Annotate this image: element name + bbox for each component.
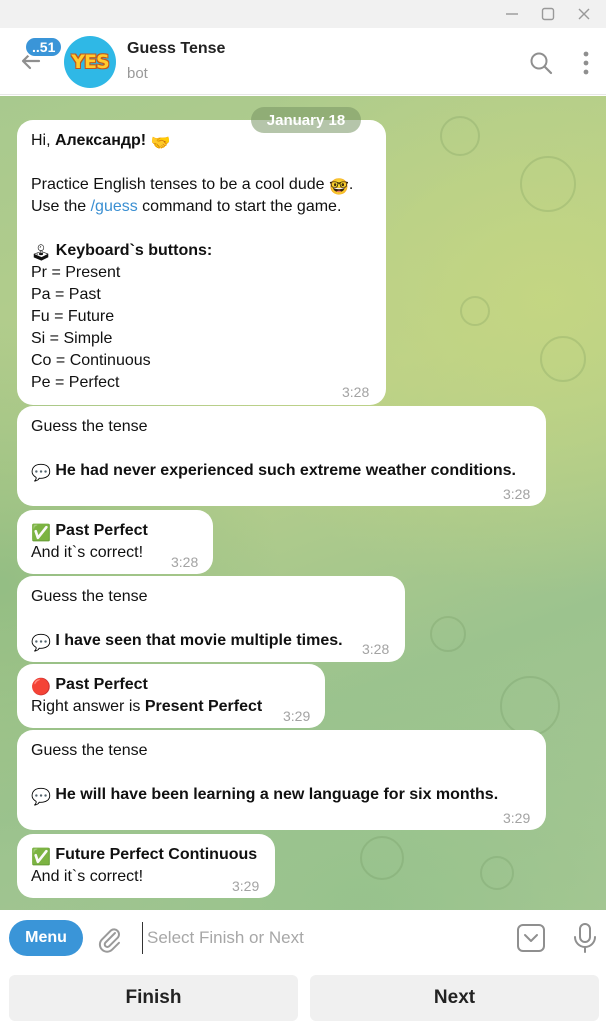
guess-command-link[interactable]: /guess xyxy=(91,198,138,215)
wallpaper-doodle xyxy=(500,676,560,736)
speech-bubble-icon: 💬 xyxy=(31,789,51,806)
message-time: 3:28 xyxy=(503,486,531,502)
greeting-name: Александр! xyxy=(55,132,147,149)
speech-bubble-icon: 💬 xyxy=(31,465,51,482)
avatar-logo-text: YES xyxy=(71,51,109,73)
right-answer-text: Present Perfect xyxy=(144,698,263,715)
result-text: And it`s correct! xyxy=(31,868,144,885)
wallpaper-doodle xyxy=(360,836,404,880)
message-time: 3:28 xyxy=(342,384,370,400)
answer-text: Future Perfect Continuous xyxy=(55,846,258,863)
message-input[interactable] xyxy=(142,922,502,954)
legend-item: Co = Continuous xyxy=(31,352,151,369)
message-bubble[interactable]: Guess the tense 💬 He had never experienc… xyxy=(17,406,546,506)
sentence-line: 💬 He had never experienced such extreme … xyxy=(31,460,516,485)
wallpaper-doodle xyxy=(520,156,576,212)
chat-area[interactable]: January 18 Hi, Александр! 🤝 Practice Eng… xyxy=(0,96,606,910)
intro-text: Practice English tenses to be a cool dud… xyxy=(31,176,329,193)
wallpaper-doodle xyxy=(480,856,514,890)
microphone-icon[interactable] xyxy=(572,922,598,954)
avatar[interactable]: YES xyxy=(64,36,116,88)
command-line: Use the /guess command to start the game… xyxy=(31,196,341,218)
handshake-emoji-icon: 🤝 xyxy=(150,135,171,152)
message-bubble[interactable]: ✅ Future Perfect Continuous And it`s cor… xyxy=(17,834,275,898)
speech-bubble-icon: 💬 xyxy=(31,635,51,652)
message-bubble[interactable]: ✅ Past Perfect And it`s correct! 3:28 xyxy=(17,510,213,574)
result-prefix: Right answer is xyxy=(31,698,145,715)
message-time: 3:28 xyxy=(362,641,390,657)
keyboard-toggle-icon[interactable] xyxy=(515,922,547,954)
maximize-icon[interactable] xyxy=(530,0,566,28)
menu-button[interactable]: Menu xyxy=(9,920,83,956)
close-icon[interactable] xyxy=(566,0,602,28)
paperclip-icon[interactable] xyxy=(94,924,124,954)
result-text: And it`s correct! xyxy=(31,544,144,561)
guess-label: Guess the tense xyxy=(31,418,148,435)
result-line: Right answer is Present Perfect xyxy=(31,696,262,718)
finish-button[interactable]: Finish xyxy=(9,975,298,1021)
wallpaper-doodle xyxy=(540,336,586,382)
intro-end: . xyxy=(348,176,354,193)
more-options-icon[interactable] xyxy=(576,50,596,76)
legend-item: Pr = Present xyxy=(31,264,121,281)
message-bubble[interactable]: Guess the tense 💬 I have seen that movie… xyxy=(17,576,405,662)
sentence-text: He will have been learning a new languag… xyxy=(55,786,499,803)
sentence-text: He had never experienced such extreme we… xyxy=(55,462,516,479)
message-time: 3:29 xyxy=(283,708,311,724)
message-bubble[interactable]: Hi, Александр! 🤝 Practice English tenses… xyxy=(17,120,386,405)
unread-badge[interactable]: ..51 xyxy=(24,36,64,58)
legend-item: Pe = Perfect xyxy=(31,374,120,391)
message-time: 3:28 xyxy=(171,554,199,570)
date-separator: January 18 xyxy=(251,107,361,133)
wallpaper-doodle xyxy=(440,116,480,156)
guess-label: Guess the tense xyxy=(31,742,148,759)
chat-subtitle: bot xyxy=(127,65,148,82)
wallpaper-doodle xyxy=(460,296,490,326)
wallpaper-doodle xyxy=(430,616,466,652)
next-button[interactable]: Next xyxy=(310,975,599,1021)
message-bubble[interactable]: Guess the tense 💬 He will have been lear… xyxy=(17,730,546,830)
sentence-line: 💬 I have seen that movie multiple times. xyxy=(31,630,343,655)
keyboard-title: Keyboard`s buttons: xyxy=(55,242,213,259)
chat-header: ..51 YES Guess Tense bot xyxy=(0,28,606,95)
sentence-text: I have seen that movie multiple times. xyxy=(55,632,343,649)
minimize-icon[interactable] xyxy=(494,0,530,28)
window-titlebar xyxy=(0,0,606,28)
legend-item: Si = Simple xyxy=(31,330,113,347)
legend-item: Pa = Past xyxy=(31,286,101,303)
greeting-prefix: Hi, xyxy=(31,132,55,149)
search-icon[interactable] xyxy=(528,50,554,76)
message-bubble[interactable]: 🔴 Past Perfect Right answer is Present P… xyxy=(17,664,325,728)
composer-bar: Menu xyxy=(0,910,606,966)
command-suffix: command to start the game. xyxy=(137,198,342,215)
greeting-line: Hi, Александр! 🤝 xyxy=(31,130,171,155)
answer-text: Past Perfect xyxy=(55,676,148,693)
sentence-line: 💬 He will have been learning a new langu… xyxy=(31,784,498,809)
guess-label: Guess the tense xyxy=(31,588,148,605)
legend-item: Fu = Future xyxy=(31,308,115,325)
message-time: 3:29 xyxy=(503,810,531,826)
answer-text: Past Perfect xyxy=(55,522,148,539)
message-time: 3:29 xyxy=(232,878,260,894)
command-prefix: Use the xyxy=(31,198,91,215)
chat-title[interactable]: Guess Tense xyxy=(127,40,225,58)
